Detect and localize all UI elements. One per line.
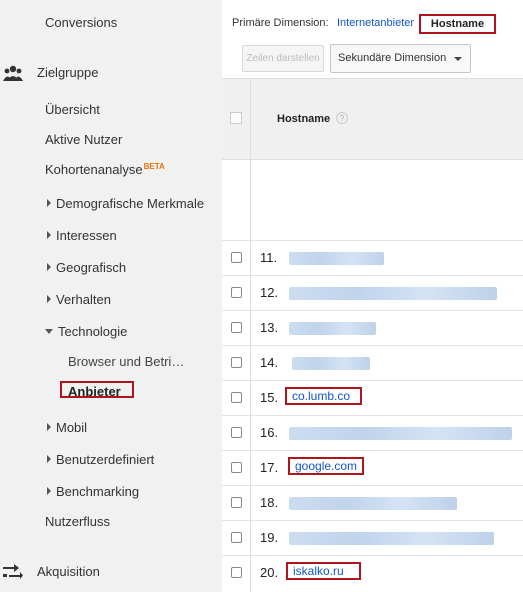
- row-checkbox[interactable]: [231, 497, 242, 508]
- sidebar-item-provider[interactable]: Anbieter: [68, 384, 121, 399]
- sidebar-section-audience[interactable]: Zielgruppe: [37, 65, 98, 80]
- row-number: 14.: [260, 355, 279, 370]
- caret-right-icon: [47, 231, 51, 239]
- sidebar-item-label: Benutzerdefiniert: [56, 452, 155, 467]
- row-checkbox[interactable]: [231, 357, 242, 368]
- sidebar-item-custom[interactable]: Benutzerdefiniert: [47, 452, 154, 467]
- redacted-hostname: [289, 322, 376, 335]
- dimension-link-provider[interactable]: Internetanbieter: [337, 17, 414, 29]
- row-number: 19.: [260, 530, 279, 545]
- sidebar-item-label: Technologie: [58, 324, 128, 339]
- redacted-hostname: [289, 252, 384, 265]
- row-checkbox[interactable]: [231, 427, 242, 438]
- sidebar-item-overview[interactable]: Übersicht: [45, 102, 100, 117]
- row-checkbox[interactable]: [231, 392, 242, 403]
- sidebar-item-label: Demografische Merkmale: [56, 196, 205, 211]
- table-row: 12.: [222, 275, 523, 310]
- table-row: 19.: [222, 520, 523, 555]
- sidebar-item-mobile[interactable]: Mobil: [47, 420, 87, 435]
- sidebar-item-demographics[interactable]: Demografische Merkmale: [47, 196, 204, 211]
- redacted-hostname: [289, 427, 512, 440]
- sidebar-item-label: Mobil: [56, 420, 88, 435]
- caret-down-icon: [45, 329, 53, 334]
- table-row: 15. co.lumb.co: [222, 380, 523, 415]
- sidebar-item-label: Verhalten: [56, 292, 111, 307]
- sidebar-item-technology[interactable]: Technologie: [45, 324, 127, 339]
- sidebar-item-conversions[interactable]: Conversions: [45, 15, 117, 30]
- row-checkbox[interactable]: [231, 462, 242, 473]
- hostname-link[interactable]: iskalko.ru: [286, 562, 361, 580]
- select-all-checkbox[interactable]: [230, 112, 242, 124]
- row-checkbox[interactable]: [231, 322, 242, 333]
- row-number: 17.: [260, 460, 279, 475]
- row-checkbox[interactable]: [231, 287, 242, 298]
- plot-rows-button[interactable]: Zeilen darstellen: [242, 45, 324, 72]
- sidebar-item-label: Geografisch: [56, 260, 127, 275]
- users-icon: [3, 65, 23, 81]
- sidebar-item-behavior[interactable]: Verhalten: [47, 292, 111, 307]
- row-number: 13.: [260, 320, 279, 335]
- redacted-hostname: [289, 287, 497, 300]
- caret-right-icon: [47, 295, 51, 303]
- sidebar-item-active-users[interactable]: Aktive Nutzer: [45, 132, 122, 147]
- sidebar-item-userflow[interactable]: Nutzerfluss: [45, 514, 110, 529]
- table-row: 18.: [222, 485, 523, 520]
- redacted-hostname: [292, 357, 370, 370]
- help-icon[interactable]: ?: [336, 112, 348, 124]
- row-number: 11.: [260, 250, 278, 265]
- sidebar-item-label: Benchmarking: [56, 484, 140, 499]
- row-number: 16.: [260, 425, 279, 440]
- caret-right-icon: [47, 455, 51, 463]
- secondary-dimension-label: Sekundäre Dimension: [338, 52, 447, 64]
- table-row: 17. google.com: [222, 450, 523, 485]
- caret-right-icon: [47, 263, 51, 271]
- row-number: 18.: [260, 495, 279, 510]
- row-number: 12.: [260, 285, 279, 300]
- caret-right-icon: [47, 423, 51, 431]
- table-row: 14.: [222, 345, 523, 380]
- beta-badge: BETA: [143, 162, 165, 171]
- table-row: 13.: [222, 310, 523, 345]
- sidebar-item-benchmarking[interactable]: Benchmarking: [47, 484, 139, 499]
- redacted-hostname: [289, 532, 494, 545]
- row-checkbox[interactable]: [231, 252, 242, 263]
- redacted-hostname: [289, 497, 457, 510]
- column-header-hostname[interactable]: Hostname: [277, 113, 330, 125]
- caret-right-icon: [47, 199, 51, 207]
- chevron-down-icon: [454, 57, 462, 61]
- row-checkbox[interactable]: [231, 532, 242, 543]
- primary-dimension-label: Primäre Dimension:: [232, 17, 329, 29]
- acquisition-icon: [3, 564, 23, 579]
- row-checkbox[interactable]: [231, 567, 242, 578]
- sidebar-item-interests[interactable]: Interessen: [47, 228, 117, 243]
- hostname-link[interactable]: google.com: [288, 457, 364, 475]
- sidebar-item-label: Interessen: [56, 228, 117, 243]
- caret-right-icon: [47, 487, 51, 495]
- table-header: [222, 78, 523, 160]
- table-row: 16.: [222, 415, 523, 450]
- sidebar-item-browser[interactable]: Browser und Betri…: [68, 354, 184, 369]
- checkbox-column: [222, 78, 251, 240]
- sidebar-item-cohort-analysis[interactable]: KohortenanalyseBETA: [45, 162, 165, 177]
- sidebar-item-geo[interactable]: Geografisch: [47, 260, 126, 275]
- dimension-hostname-selected[interactable]: Hostname: [419, 14, 496, 34]
- row-number: 15.: [260, 390, 279, 405]
- hostname-link[interactable]: co.lumb.co: [285, 387, 362, 405]
- table-row: 20. iskalko.ru: [222, 555, 523, 590]
- cohort-label: Kohortenanalyse: [45, 162, 143, 177]
- table-row: 11.: [222, 240, 523, 275]
- secondary-dimension-select[interactable]: Sekundäre Dimension: [330, 44, 471, 73]
- sidebar-section-acquisition[interactable]: Akquisition: [37, 564, 100, 579]
- row-number: 20.: [260, 565, 279, 580]
- sidebar: Conversions Zielgruppe Übersicht Aktive …: [0, 0, 222, 592]
